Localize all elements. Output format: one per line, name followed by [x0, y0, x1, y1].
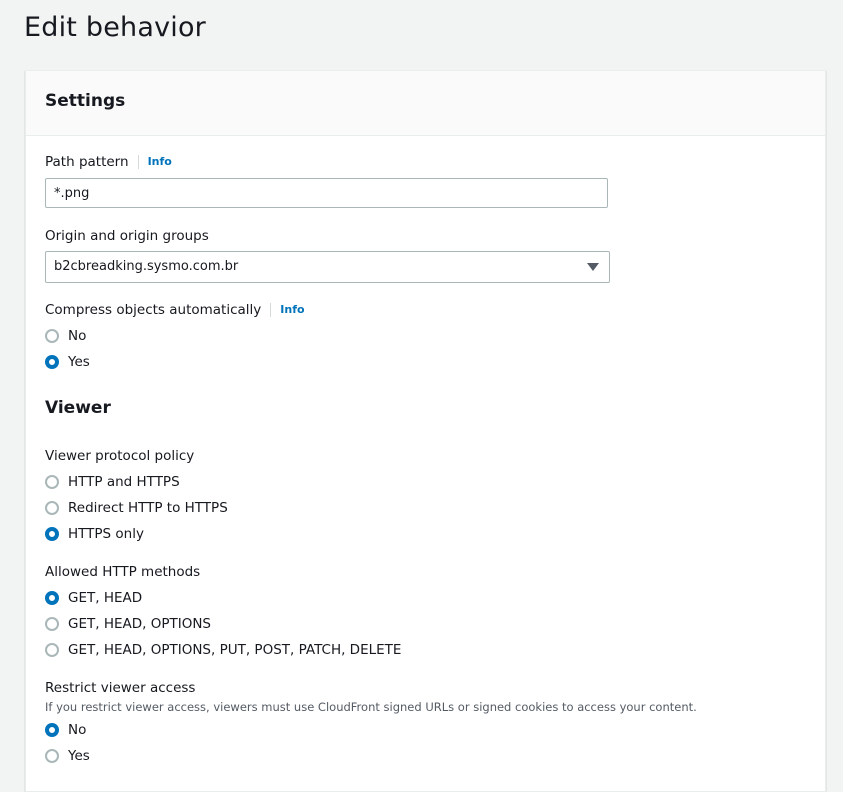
origin-label: Origin and origin groups	[45, 228, 209, 244]
viewer-protocol-policy-label: Viewer protocol policy	[45, 448, 195, 464]
radio-button-selected[interactable]	[45, 355, 59, 369]
compress-option-no[interactable]: No	[45, 327, 86, 345]
radio-label: HTTP and HTTPS	[68, 474, 180, 490]
radio-button[interactable]	[45, 617, 59, 631]
caret-down-icon	[587, 263, 599, 271]
restrict-option-no[interactable]: No	[45, 721, 86, 739]
radio-button[interactable]	[45, 643, 59, 657]
methods-option-get-head-options[interactable]: GET, HEAD, OPTIONS	[45, 615, 211, 633]
radio-button[interactable]	[45, 329, 59, 343]
radio-label: Redirect HTTP to HTTPS	[68, 500, 228, 516]
compress-label: Compress objects automatically	[45, 302, 262, 318]
protocol-option-https-only[interactable]: HTTPS only	[45, 525, 144, 543]
compress-label-row: Compress objects automatically Info	[45, 302, 305, 318]
path-pattern-label-row: Path pattern Info	[45, 154, 172, 170]
methods-option-get-head[interactable]: GET, HEAD	[45, 589, 142, 607]
methods-option-all[interactable]: GET, HEAD, OPTIONS, PUT, POST, PATCH, DE…	[45, 641, 401, 659]
radio-button-selected[interactable]	[45, 591, 59, 605]
compress-option-yes[interactable]: Yes	[45, 353, 90, 371]
origin-select[interactable]: b2cbreadking.sysmo.com.br	[45, 251, 610, 283]
radio-label: Yes	[68, 354, 90, 370]
radio-button-selected[interactable]	[45, 527, 59, 541]
restrict-access-description: If you restrict viewer access, viewers m…	[45, 700, 697, 714]
settings-panel-header: Settings	[26, 71, 825, 136]
page-title: Edit behavior	[24, 12, 206, 43]
allowed-methods-label: Allowed HTTP methods	[45, 564, 201, 580]
path-pattern-input[interactable]	[45, 178, 608, 208]
settings-header-title: Settings	[45, 91, 126, 111]
radio-label: GET, HEAD, OPTIONS	[68, 616, 212, 632]
radio-label: Yes	[68, 748, 90, 764]
path-pattern-label: Path pattern	[45, 154, 129, 170]
radio-label: No	[68, 328, 87, 344]
path-pattern-info-link[interactable]: Info	[137, 155, 172, 169]
radio-button-selected[interactable]	[45, 723, 59, 737]
compress-info-link[interactable]: Info	[270, 303, 305, 317]
restrict-access-label: Restrict viewer access	[45, 680, 196, 696]
restrict-option-yes[interactable]: Yes	[45, 747, 90, 765]
origin-select-value: b2cbreadking.sysmo.com.br	[54, 259, 239, 274]
radio-label: GET, HEAD	[68, 590, 143, 606]
radio-button[interactable]	[45, 475, 59, 489]
radio-label: HTTPS only	[68, 526, 144, 542]
radio-button[interactable]	[45, 749, 59, 763]
radio-button[interactable]	[45, 501, 59, 515]
radio-label: GET, HEAD, OPTIONS, PUT, POST, PATCH, DE…	[68, 642, 402, 658]
protocol-option-redirect[interactable]: Redirect HTTP to HTTPS	[45, 499, 228, 517]
radio-label: No	[68, 722, 87, 738]
protocol-option-http-and-https[interactable]: HTTP and HTTPS	[45, 473, 180, 491]
settings-panel: Settings Path pattern Info Origin and ori…	[25, 70, 826, 792]
viewer-section-title: Viewer	[45, 398, 111, 418]
